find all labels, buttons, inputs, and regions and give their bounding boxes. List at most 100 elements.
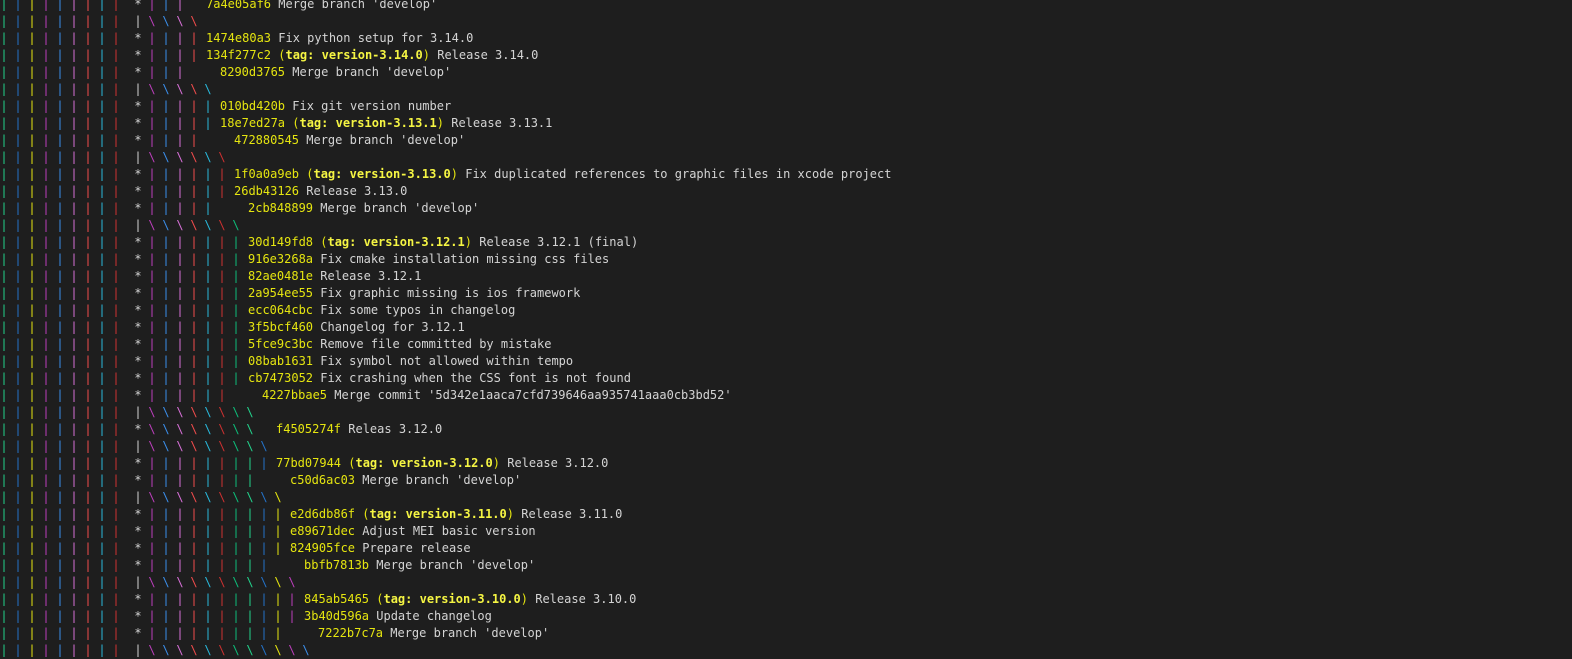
- commit-hash[interactable]: 18e7ed27a: [220, 116, 285, 130]
- branch-line: |: [28, 609, 36, 623]
- commit-row[interactable]: | | | | | | | | | * | | | | | | | 916e3268a Fix cmake ins…: [0, 251, 1572, 268]
- branch-line: |: [14, 626, 22, 640]
- commit-hash[interactable]: e89671dec: [290, 524, 355, 538]
- commit-row[interactable]: | | | | | | | | | * | | | | | | | 08bab1631 Fix symbol no…: [0, 353, 1572, 370]
- tag-label[interactable]: tag: version-3.14.0: [285, 48, 422, 62]
- commit-row[interactable]: | | | | | | | | | * | | | 7a4e05af6 Merge branch 'dev…: [0, 0, 1572, 13]
- commit-hash[interactable]: 82ae0481e: [248, 269, 313, 283]
- branch-line: |: [148, 269, 156, 283]
- commit-row[interactable]: | | | | | | | | | * | | | | | | | | | bbfb7813b Merge branc…: [0, 557, 1572, 574]
- commit-hash[interactable]: f4505274f: [276, 422, 341, 436]
- commit-row[interactable]: | | | | | | | | | * | | | | | | | | | | 824905fce Prepare re…: [0, 540, 1572, 557]
- commit-row[interactable]: | | | | | | | | | * | | | 8290d3765 Merge branch 'dev…: [0, 64, 1572, 81]
- branch-line: |: [176, 0, 184, 11]
- commit-message: Release 3.12.1 (final): [472, 235, 639, 249]
- commit-hash[interactable]: 4227bbae5: [262, 388, 327, 402]
- branch-line: |: [176, 456, 184, 470]
- commit-row[interactable]: | | | | | | | | | * | | | | | | | cb7473052 Fix crashing …: [0, 370, 1572, 387]
- commit-hash[interactable]: 77bd07944: [276, 456, 341, 470]
- branch-line: |: [56, 184, 64, 198]
- commit-row[interactable]: | | | | | | | | | * | | | | | 18e7ed27a (tag: version-3…: [0, 115, 1572, 132]
- commit-row[interactable]: | | | | | | | | | * | | | | | | | | | | 7222b7c7a Merge bran…: [0, 625, 1572, 642]
- commit-row[interactable]: | | | | | | | | | * | | | | | | | | | | e2d6db86f (tag: vers…: [0, 506, 1572, 523]
- branch-line: |: [98, 0, 106, 11]
- branch-line: |: [42, 0, 50, 11]
- commit-row[interactable]: | | | | | | | | | * | | | | | | | 5fce9c3bc Remove file c…: [0, 336, 1572, 353]
- commit-hash[interactable]: 2a954ee55: [248, 286, 313, 300]
- branch-line: |: [176, 388, 184, 402]
- branch-line: |: [190, 31, 198, 45]
- commit-hash[interactable]: 916e3268a: [248, 252, 313, 266]
- commit-hash[interactable]: 8290d3765: [220, 65, 285, 79]
- commit-hash[interactable]: 472880545: [234, 133, 299, 147]
- branch-line: |: [190, 473, 198, 487]
- commit-hash[interactable]: 7a4e05af6: [206, 0, 271, 11]
- commit-hash[interactable]: c50d6ac03: [290, 473, 355, 487]
- commit-row[interactable]: | | | | | | | | | * | | | | | 2cb848899 Merge branch 'd…: [0, 200, 1572, 217]
- commit-hash[interactable]: 2cb848899: [248, 201, 313, 215]
- tag-label[interactable]: tag: version-3.12.0: [355, 456, 492, 470]
- commit-hash[interactable]: cb7473052: [248, 371, 313, 385]
- commit-hash[interactable]: 1474e80a3: [206, 31, 271, 45]
- commit-hash[interactable]: 3f5bcf460: [248, 320, 313, 334]
- branch-line: |: [112, 575, 120, 589]
- commit-row[interactable]: | | | | | | | | | * | | | | | | | | | | | 3b40d596a Update ch…: [0, 608, 1572, 625]
- commit-hash[interactable]: 824905fce: [290, 541, 355, 555]
- commit-row[interactable]: | | | | | | | | | * | | | | | | | 30d149fd8 (tag: version…: [0, 234, 1572, 251]
- branch-line: |: [56, 269, 64, 283]
- branch-line: |: [148, 303, 156, 317]
- commit-hash[interactable]: 134f277c2: [206, 48, 271, 62]
- commit-row[interactable]: | | | | | | | | | * | | | | 472880545 Merge branch 'de…: [0, 132, 1572, 149]
- commit-row[interactable]: | | | | | | | | | * | | | | | | | 82ae0481e Release 3.12.…: [0, 268, 1572, 285]
- graph-merge-row: | | | | | | | | | | \ \ \ \ \ \ \: [0, 217, 1572, 234]
- commit-hash[interactable]: 845ab5465: [304, 592, 369, 606]
- commit-row[interactable]: | | | | | | | | | * | | | | | | 26db43126 Release 3.13.0: [0, 183, 1572, 200]
- commit-hash[interactable]: 26db43126: [234, 184, 299, 198]
- commit-hash[interactable]: 1f0a0a9eb: [234, 167, 299, 181]
- commit-text: 134f277c2 (tag: version-3.14.0) Release …: [206, 47, 538, 64]
- commit-row[interactable]: | | | | | | | | | * | | | | | | | | | | | 845ab5465 (tag: ver…: [0, 591, 1572, 608]
- tag-label[interactable]: tag: version-3.13.0: [313, 167, 450, 181]
- commit-row[interactable]: | | | | | | | | | * | | | | 134f277c2 (tag: version-3.…: [0, 47, 1572, 64]
- commit-row[interactable]: | | | | | | | | | * | | | | | | | 3f5bcf460 Changelog for…: [0, 319, 1572, 336]
- branch-line: |: [70, 201, 78, 215]
- commit-row[interactable]: | | | | | | | | | * \ \ \ \ \ \ \ \ f4505274f Releas 3.12.…: [0, 421, 1572, 438]
- branch-line: |: [70, 439, 78, 453]
- commit-row[interactable]: | | | | | | | | | * | | | | | | | | | 77bd07944 (tag: versi…: [0, 455, 1572, 472]
- commit-hash[interactable]: 3b40d596a: [304, 609, 369, 623]
- branch-line: |: [84, 524, 92, 538]
- branch-line: |: [148, 0, 156, 11]
- commit-row[interactable]: | | | | | | | | | * | | | | | | 1f0a0a9eb (tag: version-…: [0, 166, 1572, 183]
- commit-hash[interactable]: 5fce9c3bc: [248, 337, 313, 351]
- branch-line: |: [204, 337, 212, 351]
- commit-hash[interactable]: 08bab1631: [248, 354, 313, 368]
- commit-row[interactable]: | | | | | | | | | * | | | | | | | | c50d6ac03 Merge branch…: [0, 472, 1572, 489]
- branch-line: |: [42, 201, 50, 215]
- merge-edge: \: [176, 439, 184, 453]
- branch-line: |: [14, 609, 22, 623]
- commit-hash[interactable]: bbfb7813b: [304, 558, 369, 572]
- commit-hash[interactable]: ecc064cbc: [248, 303, 313, 317]
- branch-line: |: [98, 303, 106, 317]
- commit-hash[interactable]: 7222b7c7a: [318, 626, 383, 640]
- branch-line: |: [28, 337, 36, 351]
- branch-line: |: [162, 286, 170, 300]
- tag-label[interactable]: tag: version-3.11.0: [369, 507, 506, 521]
- tag-label[interactable]: tag: version-3.13.1: [299, 116, 436, 130]
- tag-label[interactable]: tag: version-3.10.0: [383, 592, 520, 606]
- commit-message: Remove file committed by mistake: [313, 337, 552, 351]
- commit-row[interactable]: | | | | | | | | | * | | | | | | | 2a954ee55 Fix graphic m…: [0, 285, 1572, 302]
- branch-line: |: [56, 337, 64, 351]
- commit-row[interactable]: | | | | | | | | | * | | | | | | 4227bbae5 Merge commit '…: [0, 387, 1572, 404]
- commit-hash[interactable]: e2d6db86f: [290, 507, 355, 521]
- commit-row[interactable]: | | | | | | | | | * | | | | | | | | | | e89671dec Adjust MEI…: [0, 523, 1572, 540]
- commit-row[interactable]: | | | | | | | | | * | | | | | 010bd420b Fix git version…: [0, 98, 1572, 115]
- commit-hash[interactable]: 30d149fd8: [248, 235, 313, 249]
- commit-hash[interactable]: 010bd420b: [220, 99, 285, 113]
- branch-line: |: [288, 592, 296, 606]
- git-log-graph-terminal[interactable]: | | | | | | | | | * | | | 7a4e05af6 Merge branch 'dev…: [0, 0, 1572, 659]
- branch-line: |: [42, 354, 50, 368]
- tag-label[interactable]: tag: version-3.12.1: [327, 235, 464, 249]
- commit-row[interactable]: | | | | | | | | | * | | | | 1474e80a3 Fix python setup…: [0, 30, 1572, 47]
- commit-row[interactable]: | | | | | | | | | * | | | | | | | ecc064cbc Fix some typo…: [0, 302, 1572, 319]
